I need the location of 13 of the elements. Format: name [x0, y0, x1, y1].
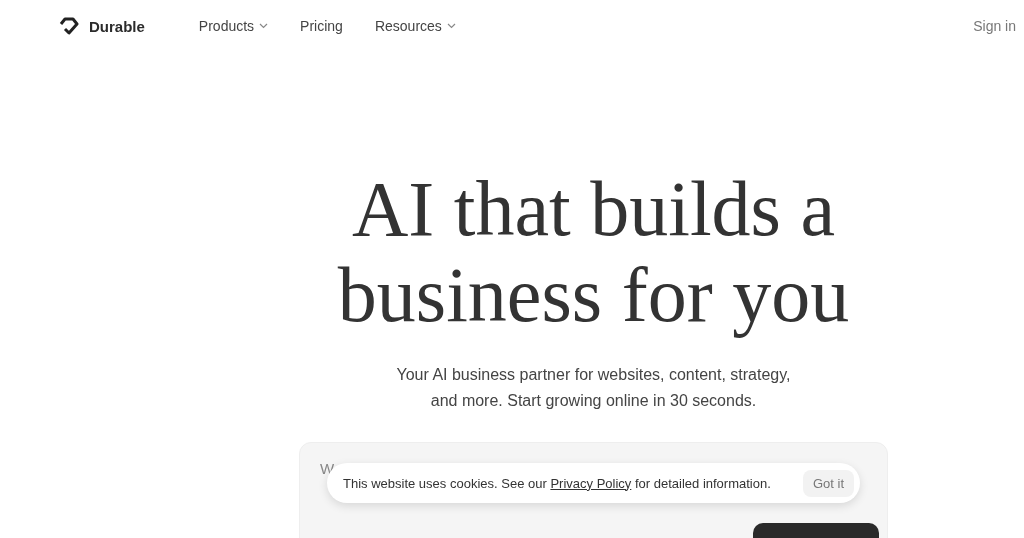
nav-link[interactable]: Resources [374, 18, 456, 34]
privacy-policy-link[interactable]: Privacy Policy [550, 475, 632, 491]
sign-in-link[interactable]: Sign in [973, 18, 1016, 34]
nav-link[interactable]: Products [198, 18, 269, 34]
logo-icon[interactable] [58, 17, 80, 35]
brand-name[interactable]: Durable [89, 17, 145, 35]
chevron-down-icon [446, 23, 456, 29]
chevron-down-icon [259, 23, 269, 29]
cookie-message: This website uses cookies. See our Privacy Policy for detailed information. [343, 475, 771, 491]
hero-subtitle: Your AI business partner for websites, content, strategy, and more. Start growing online in 30 seconds. [395, 365, 792, 411]
got-it-button[interactable]: Got it [802, 469, 854, 497]
nav-link[interactable]: Pricing [300, 18, 343, 34]
hero-heading: AI that builds a business for you [336, 166, 851, 338]
